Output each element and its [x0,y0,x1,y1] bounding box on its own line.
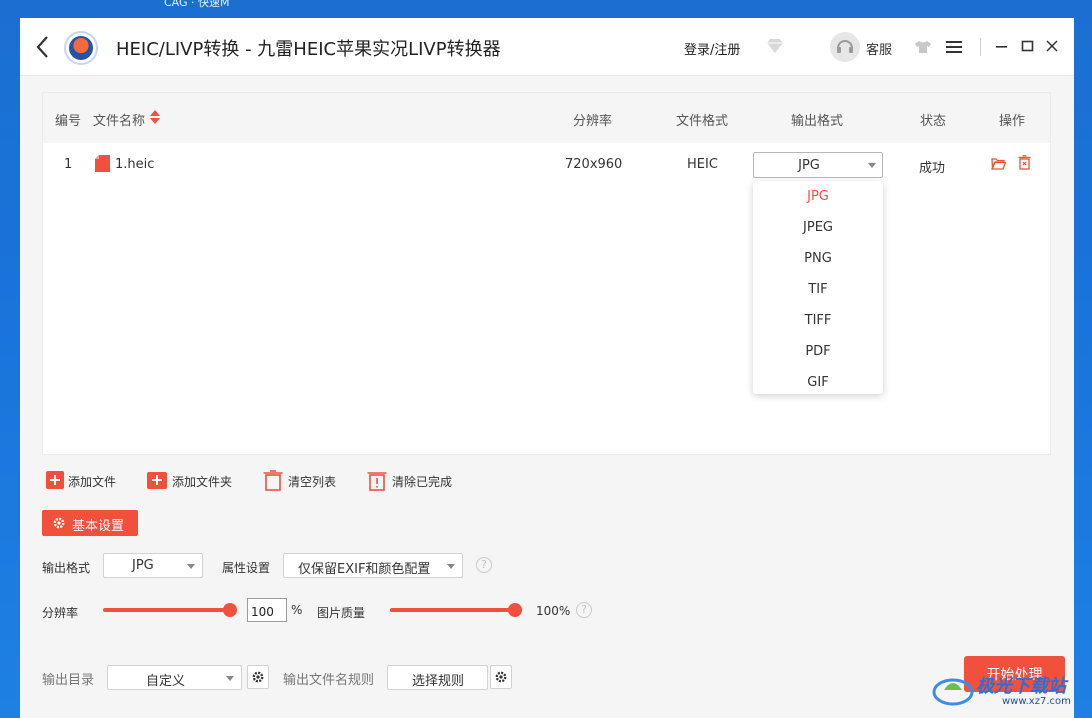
desktop-top-strip: CAG · 快速M [0,0,1092,18]
format-option-gif[interactable]: GIF [753,367,883,398]
customer-service-label[interactable]: 客服 [866,39,892,58]
help-icon[interactable]: ? [576,602,592,618]
file-icon [95,155,110,172]
format-option-tif[interactable]: TIF [753,274,883,305]
resolution-label: 分辨率 [42,606,79,620]
resolution-slider-track [103,608,237,612]
quality-slider[interactable] [390,603,522,617]
header-no: 编号 [55,114,82,129]
header-filename[interactable]: 文件名称 [93,110,145,129]
attribute-settings-select[interactable]: 仅保留EXIF和颜色配置 [283,553,463,578]
sort-icon[interactable] [149,109,161,125]
desktop-top-text: CAG · 快速M [164,0,230,9]
file-list-panel: 编号 文件名称 分辨率 文件格式 输出格式 状态 操作 1 1.heic 720… [42,92,1051,455]
format-option-jpg[interactable]: JPG [753,181,883,212]
clear-done-label: 清除已完成 [392,475,453,489]
delete-trash-icon[interactable] [1018,155,1031,170]
customer-service-avatar-icon[interactable] [830,32,860,62]
clear-list-label: 清空列表 [288,475,337,489]
quality-label: 图片质量 [317,606,366,620]
add-file-button[interactable]: 添加文件 [46,470,126,492]
row-resolution: 720x960 [565,157,623,172]
quality-value: 100% [536,604,571,618]
add-folder-button[interactable]: 添加文件夹 [147,470,243,492]
chevron-down-icon [868,163,876,168]
name-rule-settings-button[interactable] [490,665,512,689]
maximize-icon[interactable] [1020,38,1036,54]
select-rule-button[interactable]: 选择规则 [387,665,488,690]
close-icon[interactable] [1044,38,1060,54]
trash-icon [263,470,283,491]
add-file-icon [46,471,64,489]
resolution-slider[interactable] [103,603,237,617]
output-format-dropdown: JPG JPEG PNG TIF TIFF PDF GIF [753,181,883,394]
output-dir-select[interactable]: 自定义 [107,665,242,690]
chevron-down-icon [226,676,234,681]
row-filename: 1.heic [115,157,155,172]
quality-slider-handle[interactable] [508,603,522,617]
add-file-label: 添加文件 [68,475,117,489]
header-actions: 操作 [999,114,1026,129]
output-format-value: JPG [132,558,154,573]
vip-diamond-icon[interactable] [766,38,784,54]
help-icon[interactable]: ? [476,557,492,573]
output-dir-settings-button[interactable] [247,665,269,689]
output-format-select[interactable]: JPG [103,553,203,578]
app-window: HEIC/LIVP转换 - 九雷HEIC苹果实况LIVP转换器 登录/注册 客服… [20,18,1074,718]
select-rule-label: 选择规则 [411,674,464,689]
row-status: 成功 [919,161,946,176]
minimize-icon[interactable] [994,38,1010,54]
clear-done-icon [367,472,387,491]
titlebar-divider [980,38,981,56]
login-register-link[interactable]: 登录/注册 [684,39,740,58]
header-resolution: 分辨率 [573,114,613,129]
gear-icon [252,671,264,683]
attribute-settings-value: 仅保留EXIF和颜色配置 [298,562,431,577]
quality-slider-track [390,608,522,612]
row-output-format-select[interactable]: JPG [753,152,883,178]
resolution-unit: % [291,603,303,617]
back-arrow-icon[interactable] [34,34,52,60]
output-format-label: 输出格式 [42,561,91,575]
gear-icon [495,671,507,683]
header-output-format: 输出格式 [791,114,844,129]
chevron-down-icon [447,564,455,569]
output-dir-value: 自定义 [146,674,186,689]
skin-shirt-icon[interactable] [914,40,932,54]
table-header: 编号 文件名称 分辨率 文件格式 输出格式 状态 操作 [43,93,1050,143]
watermark-logo-icon [932,678,974,706]
format-option-png[interactable]: PNG [753,243,883,274]
attribute-settings-label: 属性设置 [222,561,271,575]
resolution-slider-handle[interactable] [223,603,237,617]
resolution-input[interactable] [247,598,287,622]
name-rule-label: 输出文件名规则 [283,673,375,688]
row-file-format: HEIC [687,157,718,172]
add-folder-icon [147,472,167,489]
watermark-url: www.xz7.com [1002,696,1071,707]
open-folder-icon[interactable] [991,157,1006,170]
clear-done-button[interactable]: 清除已完成 [367,470,463,492]
format-option-jpeg[interactable]: JPEG [753,212,883,243]
header-file-format: 文件格式 [676,114,729,129]
watermark-text: 极光下载站 [976,676,1066,697]
site-watermark: 极光下载站 www.xz7.com [932,668,1082,712]
gear-icon [53,517,65,529]
header-status: 状态 [920,114,947,129]
hamburger-menu-icon[interactable] [946,40,962,54]
chevron-down-icon [187,564,195,569]
format-option-pdf[interactable]: PDF [753,336,883,367]
format-option-tiff[interactable]: TIFF [753,305,883,336]
title-bar: HEIC/LIVP转换 - 九雷HEIC苹果实况LIVP转换器 登录/注册 客服 [20,18,1074,76]
basic-settings-button[interactable]: 基本设置 [42,510,138,536]
basic-settings-label: 基本设置 [72,519,125,534]
output-dir-label: 输出目录 [42,673,95,688]
row-no: 1 [64,157,73,172]
app-title: HEIC/LIVP转换 - 九雷HEIC苹果实况LIVP转换器 [116,39,501,60]
row-output-format-value: JPG [798,158,820,173]
app-logo [64,31,98,65]
add-folder-label: 添加文件夹 [172,475,233,489]
clear-list-button[interactable]: 清空列表 [263,470,347,492]
